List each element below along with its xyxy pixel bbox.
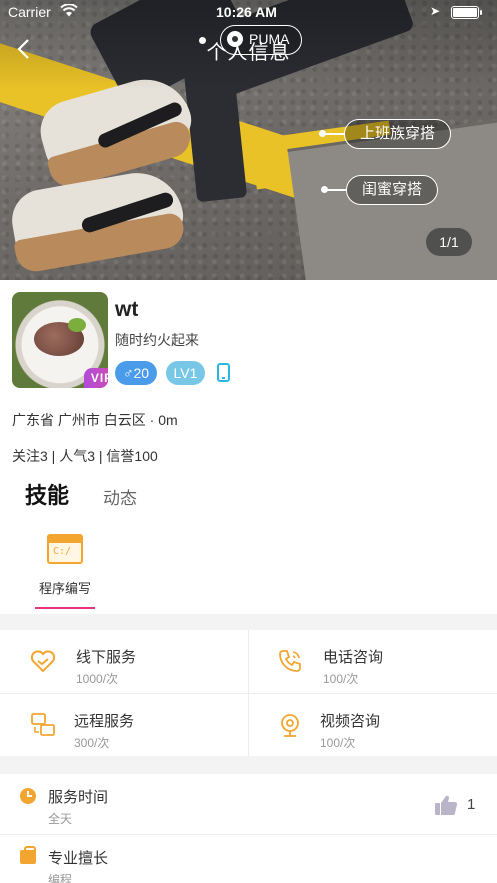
service-offline-label: 线下服务 — [76, 649, 137, 666]
gender-age-badge: ♂20 — [115, 361, 158, 385]
service-time-value: 全天 — [48, 812, 73, 826]
user-signature: 随时约火起来 — [115, 332, 199, 348]
status-time: 10:26 AM — [216, 4, 277, 20]
style-tag-bestie[interactable]: 闺蜜穿搭 — [346, 175, 439, 205]
style-tag-office[interactable]: 上班族穿搭 — [344, 119, 452, 149]
remote-screens-icon — [30, 712, 56, 738]
skill-label: 程序编写 — [38, 581, 91, 596]
level-badge: LV1 — [165, 361, 206, 385]
image-counter: 1/1 — [426, 228, 472, 256]
service-time-title: 服务时间 — [48, 789, 109, 806]
skill-selected-underline — [35, 607, 95, 609]
info-list: 服务时间 全天 1 专业擅长 编程 — [0, 774, 497, 883]
briefcase-icon — [20, 846, 36, 864]
phone-verified-badge — [214, 361, 233, 385]
profile-card: VIP wt 随时约火起来 ♂20 LV1 广东省 广州市 白云区 · 0m 关… — [0, 280, 497, 614]
location-arrow-icon: ➤ — [430, 4, 441, 18]
style-tag-office-label: 上班族穿搭 — [360, 125, 436, 142]
skill-item[interactable]: C:/ 程序编写 — [30, 534, 100, 609]
service-phone-label: 电话咨询 — [323, 649, 384, 666]
style-tag-bestie-label: 闺蜜穿搭 — [362, 181, 423, 198]
carrier-label: Carrier — [8, 4, 51, 20]
service-offline-price: 1000/次 — [76, 672, 119, 686]
service-video-label: 视频咨询 — [320, 713, 381, 730]
service-remote-label: 远程服务 — [74, 713, 135, 730]
handshake-heart-icon — [30, 648, 56, 674]
page-title: 个人信息 — [206, 42, 291, 64]
tab-moments[interactable]: 动态 — [103, 484, 137, 509]
code-window-icon: C:/ — [47, 534, 83, 564]
phone-verified-icon — [216, 363, 230, 382]
status-bar: Carrier 10:26 AM ➤ — [0, 0, 497, 24]
tag-line-2 — [327, 189, 347, 191]
user-stats: 关注3 | 人气3 | 信誉100 — [12, 448, 158, 464]
like-count: 1 — [467, 796, 476, 813]
tag-line-1 — [325, 133, 345, 135]
expertise-value: 编程 — [48, 873, 73, 883]
row-expertise: 专业擅长 编程 — [0, 835, 497, 883]
clock-icon — [20, 788, 36, 804]
vip-badge: VIP — [84, 368, 108, 388]
badge-row: ♂20 LV1 — [115, 361, 237, 385]
service-video[interactable]: 视频咨询 100/次 — [249, 694, 497, 757]
thumbs-up-icon[interactable] — [434, 794, 458, 816]
tab-skills[interactable]: 技能 — [25, 478, 69, 510]
service-phone[interactable]: 电话咨询 100/次 — [249, 630, 497, 693]
service-remote-price: 300/次 — [74, 736, 110, 750]
service-remote[interactable]: 远程服务 300/次 — [0, 694, 248, 757]
service-phone-price: 100/次 — [323, 672, 359, 686]
battery-icon — [451, 6, 482, 19]
expertise-title: 专业擅长 — [48, 850, 109, 867]
row-service-time: 服务时间 全天 1 — [0, 774, 497, 834]
services-grid: 线下服务 1000/次 电话咨询 100/次 远程服务 300/次 视频咨询 1… — [0, 630, 497, 756]
avatar[interactable]: VIP — [12, 292, 108, 388]
service-video-price: 100/次 — [320, 736, 356, 750]
wifi-icon — [60, 3, 78, 20]
phone-call-icon — [277, 648, 303, 674]
service-offline[interactable]: 线下服务 1000/次 — [0, 630, 248, 693]
username: wt — [115, 298, 139, 321]
webcam-icon — [277, 712, 303, 738]
avatar-herb — [68, 318, 86, 332]
user-location: 广东省 广州市 白云区 · 0m — [12, 412, 178, 428]
profile-tabs: 技能 动态 — [0, 476, 497, 516]
